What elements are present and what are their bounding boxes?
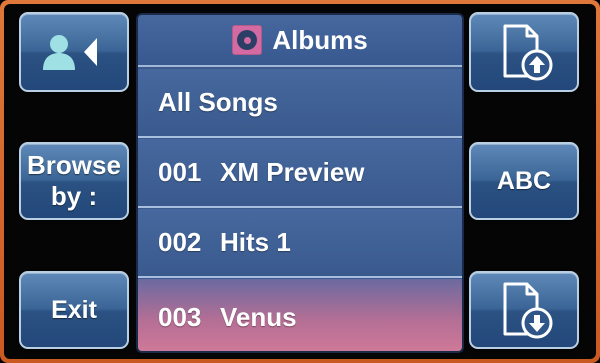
abc-label: ABC [496,167,552,195]
list-item-selected[interactable]: 003 Venus [138,279,462,351]
list-item-label: All Songs [158,87,278,117]
list-item-number: 003 [158,301,202,332]
list-item-label: Hits 1 [220,227,291,257]
list-title: Albums [272,24,368,55]
album-list-panel: Albums All Songs 001 XM Preview 002 Hits… [136,13,464,353]
contact-back-button[interactable] [19,12,129,92]
page-down-icon [503,282,553,339]
abc-search-button[interactable]: ABC [469,142,579,220]
exit-button[interactable]: Exit [19,271,129,349]
browse-by-label: Browse by : [27,150,121,211]
list-item-all-songs[interactable]: All Songs [138,69,462,138]
page-up-icon [503,24,553,81]
list-header: Albums [138,15,462,67]
album-icon [232,25,263,55]
page-up-button[interactable] [469,12,579,92]
list-item[interactable]: 001 XM Preview [138,139,462,208]
list-item-number: 002 [158,227,202,257]
list-item-label: Venus [220,301,297,332]
list-item-number: 001 [158,157,202,187]
list-item-label: XM Preview [220,157,365,187]
page-down-button[interactable] [469,271,579,349]
exit-label: Exit [51,296,97,324]
list-item[interactable]: 002 Hits 1 [138,209,462,278]
contact-back-icon [43,35,97,70]
browse-by-button[interactable]: Browse by : [19,142,129,220]
